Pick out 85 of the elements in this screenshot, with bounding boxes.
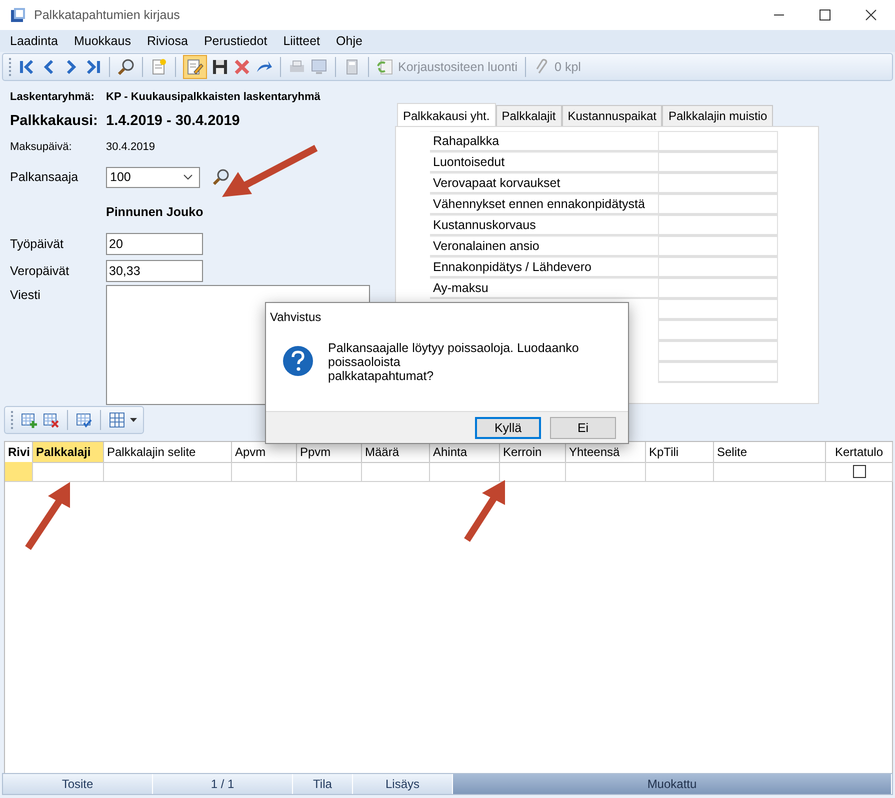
status-text: Tosite xyxy=(3,774,153,794)
menu-item[interactable]: Laadinta xyxy=(2,34,66,48)
column-header[interactable]: Kertatulo xyxy=(826,442,893,463)
field-label: Maksupäivä: xyxy=(10,141,73,153)
input-field[interactable]: 20 xyxy=(106,233,203,255)
caret-icon xyxy=(130,418,137,422)
column-header[interactable]: Apvm xyxy=(232,442,297,463)
dialog-title: Vahvistus xyxy=(269,309,322,326)
column-header[interactable]: Ppvm xyxy=(297,442,362,463)
summary-label: Veronalainen ansio xyxy=(430,236,658,257)
status-text: Tila xyxy=(293,774,353,794)
annotation-arrow xyxy=(25,482,70,550)
field-label: Työpäivät xyxy=(10,237,65,251)
summary-label: Ennakonpidätys / Lähdevero xyxy=(430,257,658,278)
table-cell[interactable] xyxy=(362,462,430,482)
app-icon xyxy=(10,7,26,23)
search-icon[interactable] xyxy=(212,168,230,186)
menu-item[interactable]: Muokkaus xyxy=(66,34,139,48)
column-header[interactable]: Ahinta xyxy=(430,442,500,463)
tab[interactable]: Palkkalajin muistio xyxy=(662,105,774,126)
summary-label: Ay-maksu xyxy=(430,278,658,299)
menu-item[interactable]: Perustiedot xyxy=(196,34,276,48)
field-value: 30.4.2019 xyxy=(106,141,155,153)
menu-item[interactable]: Liitteet xyxy=(275,34,328,48)
question-icon xyxy=(282,345,314,377)
no-button[interactable]: Ei xyxy=(550,416,616,438)
summary-label: Luontoisedut xyxy=(430,152,658,173)
field-value: KP - Kuukausipalkkaisten laskentaryhmä xyxy=(106,91,320,103)
annotation-arrow xyxy=(464,480,505,542)
status-text: Muokattu xyxy=(453,774,892,794)
tab[interactable]: Kustannuspaikat xyxy=(562,105,662,126)
field-label: Palkansaaja xyxy=(10,170,80,184)
menu-item[interactable]: Riviosa xyxy=(138,34,196,48)
grid-check-icon[interactable] xyxy=(75,411,93,429)
table-icon xyxy=(108,411,126,429)
field-label: Veropäivät xyxy=(10,264,70,278)
dialog-message: Palkansaajalle löytyy poissaoloja. Luodaanko poissaoloista palkkatapahtumat? xyxy=(328,341,579,385)
window-title: Palkkatapahtumien kirjaus xyxy=(34,8,180,22)
table-cell[interactable] xyxy=(646,462,714,482)
summary-label: Verovapaat korvaukset xyxy=(430,173,658,194)
column-header[interactable]: KpTili xyxy=(646,442,714,463)
table-cell[interactable] xyxy=(430,462,500,482)
employee-dropdown[interactable]: 100 xyxy=(106,166,200,188)
table-cell[interactable] xyxy=(297,462,362,482)
summary-label: Kustannuskorvaus xyxy=(430,215,658,236)
column-header[interactable]: Selite xyxy=(714,442,826,463)
checkbox[interactable] xyxy=(852,465,866,478)
field-label: Palkkakausi: xyxy=(10,113,99,129)
field-value: 1.4.2019 - 30.4.2019 xyxy=(106,113,240,129)
add-row-icon[interactable] xyxy=(20,411,38,429)
employee-name: Pinnunen Jouko xyxy=(106,205,204,219)
tab[interactable]: Palkkakausi yht. xyxy=(397,103,496,126)
field-label: Viesti xyxy=(10,288,42,302)
edit-icon xyxy=(186,58,204,76)
column-header[interactable]: Palkkalaji xyxy=(33,442,104,463)
yes-button[interactable]: Kyllä xyxy=(475,416,541,438)
field-label: Laskentaryhmä: xyxy=(10,91,96,103)
column-header[interactable]: Kerroin xyxy=(500,442,566,463)
summary-label: Vähennykset ennen ennakonpidätystä xyxy=(430,194,658,215)
table-cell[interactable] xyxy=(566,462,646,482)
maximize-icon[interactable] xyxy=(819,9,831,21)
table-cell[interactable] xyxy=(104,462,232,482)
edit-button[interactable] xyxy=(183,55,207,79)
table-cell[interactable] xyxy=(500,462,566,482)
refresh-document-icon xyxy=(376,58,394,76)
status-text: 1 / 1 xyxy=(153,774,293,794)
last-record-icon[interactable] xyxy=(84,58,102,76)
delete-row-icon[interactable] xyxy=(42,411,60,429)
tab[interactable]: Palkkalajit xyxy=(496,105,562,126)
summary-label: Rahapalkka xyxy=(430,131,658,152)
column-header[interactable]: Palkkalajin selite xyxy=(104,442,232,463)
save-icon[interactable] xyxy=(211,58,229,76)
table-cell[interactable] xyxy=(714,462,826,482)
grid-layout-dropdown[interactable] xyxy=(108,411,137,429)
first-record-icon[interactable] xyxy=(18,58,36,76)
search-icon[interactable] xyxy=(117,58,135,76)
close-icon[interactable] xyxy=(865,9,877,21)
table-cell[interactable] xyxy=(232,462,297,482)
column-header[interactable]: Yhteensä xyxy=(566,442,646,463)
column-header[interactable]: Määrä xyxy=(362,442,430,463)
input-field[interactable]: 30,33 xyxy=(106,260,203,282)
new-document-icon[interactable] xyxy=(150,58,168,76)
menu-item[interactable]: Ohje xyxy=(328,34,370,48)
table-cell[interactable] xyxy=(33,462,104,482)
caret-icon xyxy=(183,174,193,180)
